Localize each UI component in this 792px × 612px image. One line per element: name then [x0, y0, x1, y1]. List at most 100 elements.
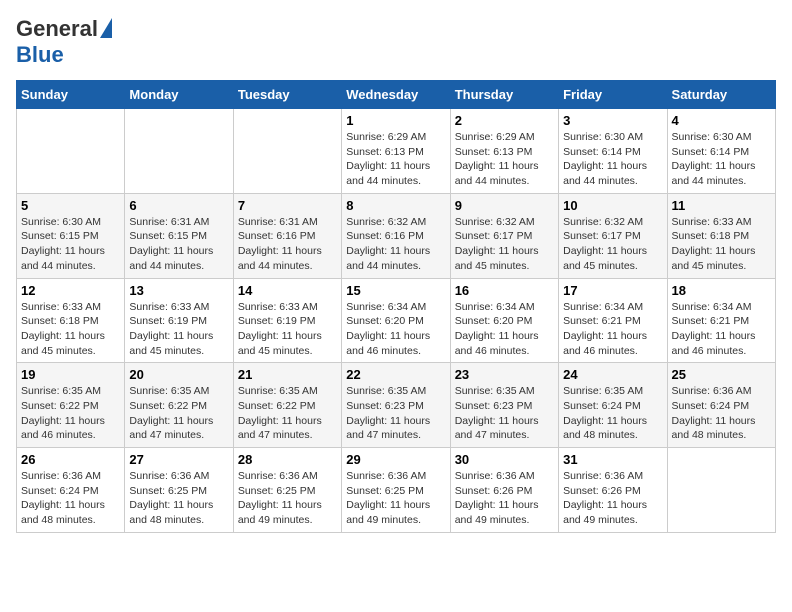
calendar-cell-week5-day1: 27 Sunrise: 6:36 AMSunset: 6:25 PMDayligh…	[125, 448, 233, 533]
day-number: 31	[563, 452, 662, 467]
day-info: Sunrise: 6:36 AMSunset: 6:25 PMDaylight:…	[238, 469, 337, 528]
day-info: Sunrise: 6:35 AMSunset: 6:24 PMDaylight:…	[563, 384, 662, 443]
day-info: Sunrise: 6:34 AMSunset: 6:20 PMDaylight:…	[455, 300, 554, 359]
day-number: 8	[346, 198, 445, 213]
day-number: 13	[129, 283, 228, 298]
day-info: Sunrise: 6:35 AMSunset: 6:23 PMDaylight:…	[455, 384, 554, 443]
calendar-cell-week1-day2	[233, 109, 341, 194]
calendar-cell-week3-day0: 12Sunrise: 6:33 AMSunset: 6:18 PMDayligh…	[17, 278, 125, 363]
week-row-3: 12Sunrise: 6:33 AMSunset: 6:18 PMDayligh…	[17, 278, 776, 363]
day-info: Sunrise: 6:36 AMSunset: 6:24 PMDaylight:…	[21, 469, 120, 528]
day-number: 20	[129, 367, 228, 382]
calendar-cell-week5-day6	[667, 448, 775, 533]
day-info: Sunrise: 6:35 AMSunset: 6:23 PMDaylight:…	[346, 384, 445, 443]
day-number: 17	[563, 283, 662, 298]
calendar-cell-week4-day0: 19 Sunrise: 6:35 AMSunset: 6:22 PMDayligh…	[17, 363, 125, 448]
day-number: 24	[563, 367, 662, 382]
day-number: 29	[346, 452, 445, 467]
calendar-cell-week2-day0: 5 Sunrise: 6:30 AMSunset: 6:15 PMDaylight…	[17, 193, 125, 278]
calendar-cell-week3-day2: 14Sunrise: 6:33 AMSunset: 6:19 PMDayligh…	[233, 278, 341, 363]
day-number: 30	[455, 452, 554, 467]
week-row-5: 26 Sunrise: 6:36 AMSunset: 6:24 PMDayligh…	[17, 448, 776, 533]
calendar-cell-week2-day3: 8 Sunrise: 6:32 AMSunset: 6:16 PMDaylight…	[342, 193, 450, 278]
calendar-cell-week4-day2: 21 Sunrise: 6:35 AMSunset: 6:22 PMDayligh…	[233, 363, 341, 448]
day-number: 16	[455, 283, 554, 298]
calendar-cell-week2-day5: 10 Sunrise: 6:32 AMSunset: 6:17 PMDayligh…	[559, 193, 667, 278]
day-info: Sunrise: 6:35 AMSunset: 6:22 PMDaylight:…	[21, 384, 120, 443]
calendar-cell-week4-day5: 24 Sunrise: 6:35 AMSunset: 6:24 PMDayligh…	[559, 363, 667, 448]
calendar-cell-week1-day0	[17, 109, 125, 194]
calendar-cell-week3-day3: 15 Sunrise: 6:34 AMSunset: 6:20 PMDayligh…	[342, 278, 450, 363]
page-header: General Blue	[16, 16, 776, 68]
calendar-cell-week1-day4: 2Sunrise: 6:29 AMSunset: 6:13 PMDaylight…	[450, 109, 558, 194]
week-row-4: 19 Sunrise: 6:35 AMSunset: 6:22 PMDayligh…	[17, 363, 776, 448]
week-row-2: 5 Sunrise: 6:30 AMSunset: 6:15 PMDaylight…	[17, 193, 776, 278]
day-info: Sunrise: 6:31 AMSunset: 6:16 PMDaylight:…	[238, 215, 337, 274]
weekday-header-wednesday: Wednesday	[342, 81, 450, 109]
day-info: Sunrise: 6:31 AMSunset: 6:15 PMDaylight:…	[129, 215, 228, 274]
day-info: Sunrise: 6:35 AMSunset: 6:22 PMDaylight:…	[238, 384, 337, 443]
day-number: 12	[21, 283, 120, 298]
day-info: Sunrise: 6:36 AMSunset: 6:26 PMDaylight:…	[455, 469, 554, 528]
weekday-header-thursday: Thursday	[450, 81, 558, 109]
calendar-cell-week2-day1: 6 Sunrise: 6:31 AMSunset: 6:15 PMDaylight…	[125, 193, 233, 278]
day-number: 10	[563, 198, 662, 213]
day-number: 9	[455, 198, 554, 213]
calendar-cell-week1-day6: 4 Sunrise: 6:30 AMSunset: 6:14 PMDaylight…	[667, 109, 775, 194]
day-info: Sunrise: 6:32 AMSunset: 6:16 PMDaylight:…	[346, 215, 445, 274]
day-info: Sunrise: 6:32 AMSunset: 6:17 PMDaylight:…	[563, 215, 662, 274]
weekday-header-sunday: Sunday	[17, 81, 125, 109]
day-number: 5	[21, 198, 120, 213]
day-number: 28	[238, 452, 337, 467]
day-number: 7	[238, 198, 337, 213]
day-number: 27	[129, 452, 228, 467]
day-info: Sunrise: 6:29 AMSunset: 6:13 PMDaylight:…	[346, 130, 445, 189]
day-number: 25	[672, 367, 771, 382]
day-info: Sunrise: 6:36 AMSunset: 6:25 PMDaylight:…	[346, 469, 445, 528]
weekday-header-monday: Monday	[125, 81, 233, 109]
calendar-cell-week4-day4: 23 Sunrise: 6:35 AMSunset: 6:23 PMDayligh…	[450, 363, 558, 448]
calendar-cell-week1-day5: 3Sunrise: 6:30 AMSunset: 6:14 PMDaylight…	[559, 109, 667, 194]
day-number: 19	[21, 367, 120, 382]
calendar-cell-week5-day3: 29 Sunrise: 6:36 AMSunset: 6:25 PMDayligh…	[342, 448, 450, 533]
day-number: 15	[346, 283, 445, 298]
weekday-header-tuesday: Tuesday	[233, 81, 341, 109]
logo: General Blue	[16, 16, 112, 68]
day-info: Sunrise: 6:33 AMSunset: 6:18 PMDaylight:…	[672, 215, 771, 274]
calendar-cell-week3-day1: 13 Sunrise: 6:33 AMSunset: 6:19 PMDayligh…	[125, 278, 233, 363]
day-info: Sunrise: 6:34 AMSunset: 6:20 PMDaylight:…	[346, 300, 445, 359]
day-number: 22	[346, 367, 445, 382]
day-number: 4	[672, 113, 771, 128]
day-info: Sunrise: 6:30 AMSunset: 6:14 PMDaylight:…	[672, 130, 771, 189]
logo-general-text: General	[16, 16, 98, 42]
day-info: Sunrise: 6:32 AMSunset: 6:17 PMDaylight:…	[455, 215, 554, 274]
calendar-cell-week5-day4: 30 Sunrise: 6:36 AMSunset: 6:26 PMDayligh…	[450, 448, 558, 533]
day-info: Sunrise: 6:35 AMSunset: 6:22 PMDaylight:…	[129, 384, 228, 443]
weekday-header-friday: Friday	[559, 81, 667, 109]
day-info: Sunrise: 6:30 AMSunset: 6:14 PMDaylight:…	[563, 130, 662, 189]
calendar-cell-week4-day1: 20 Sunrise: 6:35 AMSunset: 6:22 PMDayligh…	[125, 363, 233, 448]
day-number: 26	[21, 452, 120, 467]
day-number: 2	[455, 113, 554, 128]
day-info: Sunrise: 6:36 AMSunset: 6:25 PMDaylight:…	[129, 469, 228, 528]
day-number: 23	[455, 367, 554, 382]
day-number: 18	[672, 283, 771, 298]
weekday-header-saturday: Saturday	[667, 81, 775, 109]
day-info: Sunrise: 6:33 AMSunset: 6:19 PMDaylight:…	[238, 300, 337, 359]
calendar-cell-week3-day5: 17 Sunrise: 6:34 AMSunset: 6:21 PMDayligh…	[559, 278, 667, 363]
calendar-cell-week3-day6: 18 Sunrise: 6:34 AMSunset: 6:21 PMDayligh…	[667, 278, 775, 363]
calendar-cell-week4-day3: 22 Sunrise: 6:35 AMSunset: 6:23 PMDayligh…	[342, 363, 450, 448]
logo-blue-text: Blue	[16, 42, 64, 68]
day-info: Sunrise: 6:33 AMSunset: 6:19 PMDaylight:…	[129, 300, 228, 359]
day-info: Sunrise: 6:30 AMSunset: 6:15 PMDaylight:…	[21, 215, 120, 274]
week-row-1: 1 Sunrise: 6:29 AMSunset: 6:13 PMDaylight…	[17, 109, 776, 194]
calendar-cell-week3-day4: 16 Sunrise: 6:34 AMSunset: 6:20 PMDayligh…	[450, 278, 558, 363]
calendar-cell-week2-day6: 11Sunrise: 6:33 AMSunset: 6:18 PMDayligh…	[667, 193, 775, 278]
weekday-header-row: SundayMondayTuesdayWednesdayThursdayFrid…	[17, 81, 776, 109]
day-info: Sunrise: 6:36 AMSunset: 6:26 PMDaylight:…	[563, 469, 662, 528]
day-info: Sunrise: 6:34 AMSunset: 6:21 PMDaylight:…	[672, 300, 771, 359]
day-info: Sunrise: 6:34 AMSunset: 6:21 PMDaylight:…	[563, 300, 662, 359]
day-number: 6	[129, 198, 228, 213]
day-number: 1	[346, 113, 445, 128]
day-number: 21	[238, 367, 337, 382]
